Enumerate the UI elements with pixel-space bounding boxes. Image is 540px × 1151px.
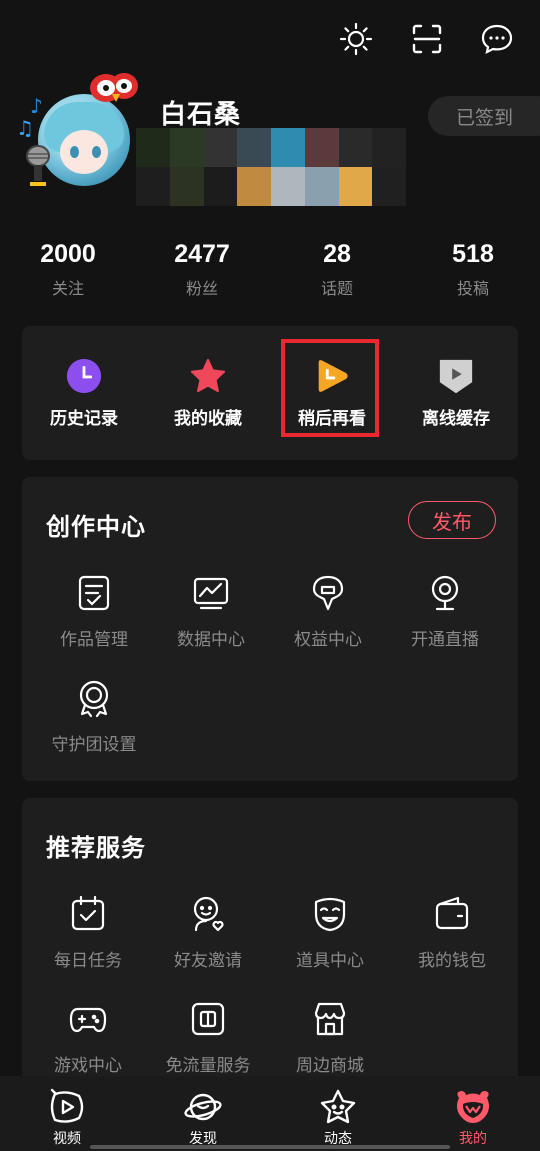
video-tab-icon	[47, 1088, 87, 1126]
home-indicator	[90, 1145, 450, 1149]
works-manage-icon	[74, 573, 114, 613]
grid-label: 游戏中心	[54, 1056, 122, 1076]
history-clock-icon	[64, 356, 104, 396]
grid-guard-settings[interactable]: 守护团设置	[34, 678, 154, 755]
stat-fans[interactable]: 2477 粉丝	[142, 240, 262, 299]
grid-invite-friend[interactable]: 好友邀请	[148, 894, 268, 971]
checkin-button[interactable]: 已签到	[428, 96, 540, 136]
quick-actions-card: 历史记录 我的收藏 稍后再看 离线缓存	[22, 326, 518, 460]
grid-game-center[interactable]: 游戏中心	[28, 999, 148, 1076]
music-note-icon: ♫	[16, 116, 34, 140]
music-note-icon: ♪	[30, 94, 43, 118]
grid-label: 权益中心	[294, 630, 362, 650]
quick-favorites[interactable]: 我的收藏	[148, 356, 268, 429]
data-center-icon	[191, 573, 231, 613]
highlight-frame	[281, 339, 379, 437]
grid-label: 好友邀请	[174, 951, 242, 971]
grid-daily-task[interactable]: 每日任务	[28, 894, 148, 971]
bottom-tab-bar: 视频 发现 动态 我的	[0, 1076, 540, 1151]
store-icon	[310, 999, 350, 1039]
stat-following[interactable]: 2000 关注	[8, 240, 128, 299]
gamepad-icon	[68, 999, 108, 1039]
quick-offline-cache[interactable]: 离线缓存	[396, 356, 516, 429]
stat-value: 28	[323, 240, 351, 268]
creation-center-title: 创作中心	[46, 513, 146, 541]
stat-label: 粉丝	[185, 279, 218, 298]
tab-video[interactable]: 视频	[17, 1088, 117, 1148]
dynamic-star-icon	[318, 1088, 358, 1126]
wallet-icon	[432, 894, 472, 934]
star-icon	[188, 356, 228, 396]
offline-download-icon	[436, 356, 476, 396]
grid-rights-center[interactable]: 权益中心	[268, 573, 388, 650]
stat-value: 2477	[174, 240, 230, 268]
scan-icon[interactable]	[408, 20, 446, 58]
grid-label: 道具中心	[296, 951, 364, 971]
props-mask-icon	[310, 894, 350, 934]
grid-label: 守护团设置	[51, 735, 137, 755]
username: 白石桑	[160, 100, 242, 130]
grid-props-center[interactable]: 道具中心	[270, 894, 390, 971]
brightness-icon[interactable]	[337, 20, 375, 58]
grid-label: 周边商城	[296, 1056, 364, 1076]
grid-label: 作品管理	[60, 630, 128, 650]
quick-history[interactable]: 历史记录	[24, 356, 144, 429]
grid-label: 免流量服务	[165, 1056, 251, 1076]
tab-mine[interactable]: 我的	[423, 1088, 523, 1148]
discover-planet-icon	[183, 1088, 223, 1126]
blurred-profile-info	[136, 128, 406, 206]
live-camera-icon	[425, 573, 465, 613]
grid-label: 数据中心	[177, 630, 245, 650]
recommended-services-card: 推荐服务 每日任务 好友邀请 道具中心 我的钱包 游戏中心 免流量服务 周边商城	[22, 798, 518, 1088]
tab-dynamic[interactable]: 动态	[288, 1088, 388, 1148]
tab-discover[interactable]: 发现	[153, 1088, 253, 1148]
stat-posts[interactable]: 518 投稿	[413, 240, 533, 299]
creation-center-card: 创作中心 发布 作品管理 数据中心 权益中心 开通直播 守护团设置	[22, 477, 518, 781]
stat-label: 话题	[320, 279, 353, 298]
bird-badge-icon	[90, 73, 138, 102]
publish-button[interactable]: 发布	[408, 501, 496, 539]
invite-friend-icon	[188, 894, 228, 934]
stat-value: 2000	[40, 240, 96, 268]
grid-wallet[interactable]: 我的钱包	[392, 894, 512, 971]
rights-center-icon	[308, 573, 348, 613]
message-icon[interactable]	[478, 20, 516, 58]
stat-value: 518	[452, 240, 494, 268]
stat-label: 投稿	[456, 279, 489, 298]
quick-label: 离线缓存	[422, 409, 490, 429]
quick-label: 历史记录	[50, 409, 118, 429]
mine-tab-icon	[453, 1088, 493, 1126]
grid-works-manage[interactable]: 作品管理	[34, 573, 154, 650]
quick-label: 我的收藏	[174, 409, 242, 429]
daily-task-icon	[68, 894, 108, 934]
recommended-services-title: 推荐服务	[46, 834, 146, 862]
grid-data-center[interactable]: 数据中心	[151, 573, 271, 650]
avatar[interactable]: ♪ ♫	[14, 66, 140, 192]
microphone-icon	[26, 145, 50, 186]
guard-medal-icon	[74, 678, 114, 718]
grid-label: 开通直播	[411, 630, 479, 650]
grid-label: 每日任务	[54, 951, 122, 971]
stat-label: 关注	[51, 279, 84, 298]
grid-free-data[interactable]: 免流量服务	[148, 999, 268, 1076]
stat-topics[interactable]: 28 话题	[277, 240, 397, 299]
grid-label: 我的钱包	[418, 951, 486, 971]
profile-stats: 2000 关注 2477 粉丝 28 话题 518 投稿	[0, 240, 540, 310]
grid-merch-store[interactable]: 周边商城	[270, 999, 390, 1076]
sim-card-icon	[188, 999, 228, 1039]
grid-open-live[interactable]: 开通直播	[385, 573, 505, 650]
